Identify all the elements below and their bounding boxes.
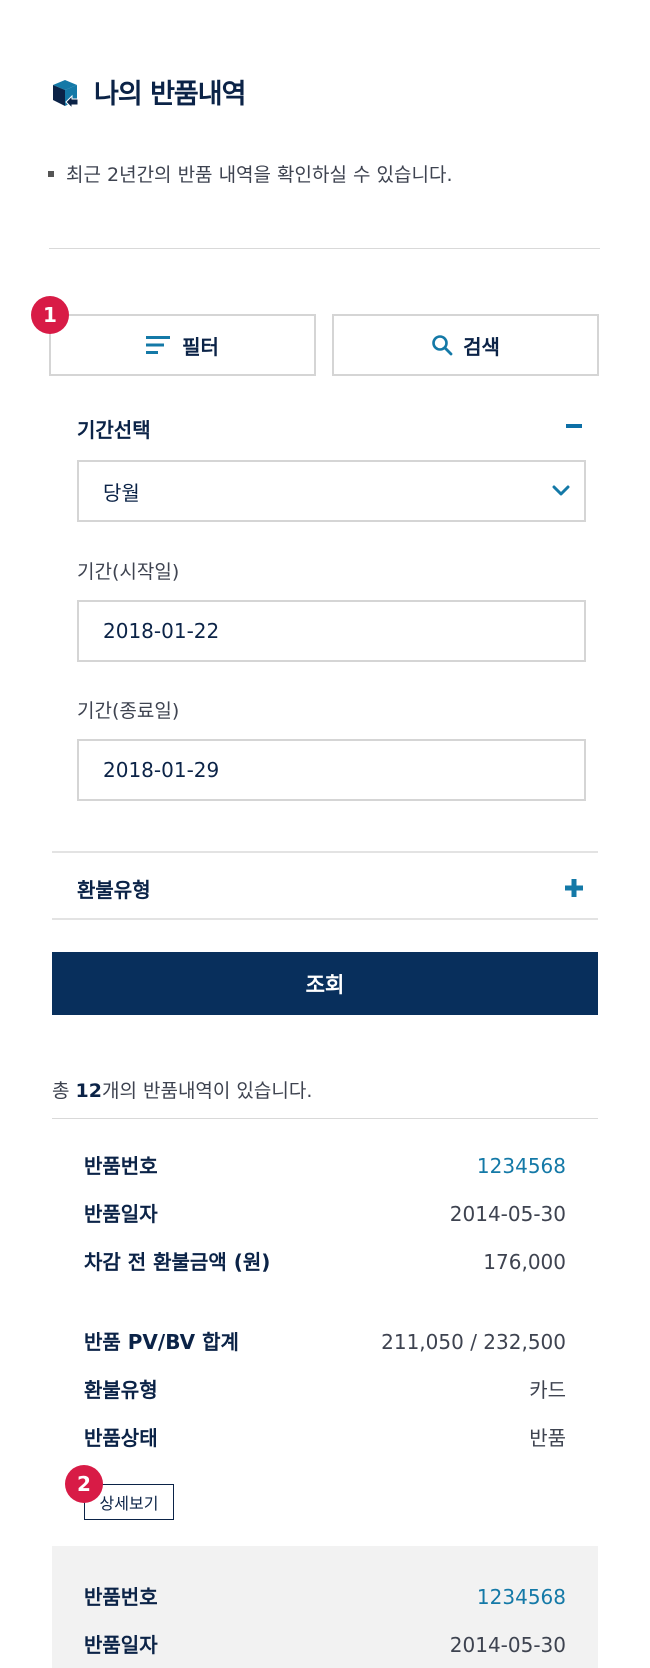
refund-type-label[interactable]: 환불유형 xyxy=(77,874,151,903)
return-date-label: 반품일자 xyxy=(84,1202,158,1226)
pvbv-row: 반품 PV/BV 합계 211,050 / 232,500 xyxy=(84,1327,566,1357)
query-button[interactable]: 조회 xyxy=(52,952,598,1015)
total-count: 12 xyxy=(75,1080,102,1102)
return-box-icon xyxy=(50,78,80,110)
filter-button[interactable]: 필터 xyxy=(49,314,316,376)
divider xyxy=(52,851,598,853)
divider xyxy=(52,918,598,920)
return-number-link[interactable]: 1234568 xyxy=(477,1151,566,1181)
period-select-value: 당월 xyxy=(103,480,140,505)
return-date-row: 반품일자 2014-05-30 xyxy=(84,1199,566,1229)
total-prefix: 총 xyxy=(52,1080,76,1102)
return-number-row: 반품번호 1234568 xyxy=(84,1582,566,1612)
return-number-row: 반품번호 1234568 xyxy=(84,1151,566,1181)
pvbv-label: 반품 PV/BV 합계 xyxy=(84,1330,239,1354)
pvbv-value: 211,050 / 232,500 xyxy=(381,1330,566,1354)
step-badge-2: 2 xyxy=(65,1465,103,1503)
refund-type-row: 환불유형 카드 xyxy=(84,1375,566,1405)
return-status-label: 반품상태 xyxy=(84,1426,158,1450)
refund-amount-label: 차감 전 환불금액 (원) xyxy=(84,1250,271,1274)
period-select-label: 기간선택 xyxy=(77,418,151,442)
notice-label: 최근 2년간의 반품 내역을 확인하실 수 있습니다. xyxy=(66,164,453,186)
total-count-text: 총 12개의 반품내역이 있습니다. xyxy=(52,1076,312,1103)
expand-plus-icon[interactable] xyxy=(563,877,585,899)
end-date-field[interactable]: 2018-01-29 xyxy=(77,739,586,801)
return-record-card: 반품번호 1234568 반품일자 2014-05-30 xyxy=(52,1546,598,1668)
filter-lines-icon xyxy=(146,336,171,354)
page-title: 나의 반품내역 xyxy=(94,79,246,110)
notice-text: 최근 2년간의 반품 내역을 확인하실 수 있습니다. xyxy=(48,160,453,187)
refund-type-value: 카드 xyxy=(529,1378,566,1402)
refund-amount-row: 차감 전 환불금액 (원) 176,000 xyxy=(84,1247,566,1277)
total-suffix: 개의 반품내역이 있습니다. xyxy=(101,1080,313,1102)
return-status-row: 반품상태 반품 xyxy=(84,1423,566,1453)
return-date-value: 2014-05-30 xyxy=(449,1202,566,1226)
refund-amount-value: 176,000 xyxy=(483,1250,566,1274)
refund-type-row-label: 환불유형 xyxy=(84,1378,158,1402)
start-date-label: 기간(시작일) xyxy=(77,561,180,583)
return-number-link[interactable]: 1234568 xyxy=(477,1582,566,1612)
return-date-value: 2014-05-30 xyxy=(449,1633,566,1657)
collapse-minus-icon[interactable] xyxy=(566,424,582,428)
end-date-label: 기간(종료일) xyxy=(77,700,180,722)
return-number-label: 반품번호 xyxy=(84,1585,158,1609)
step-badge-1: 1 xyxy=(31,296,69,334)
period-select[interactable]: 당월 xyxy=(77,460,586,522)
return-date-row: 반품일자 2014-05-30 xyxy=(84,1630,566,1660)
filter-button-label: 필터 xyxy=(182,334,219,359)
return-date-label: 반품일자 xyxy=(84,1633,158,1657)
bullet-icon xyxy=(48,170,54,177)
chevron-down-icon xyxy=(552,485,570,496)
return-number-label: 반품번호 xyxy=(84,1154,158,1178)
divider xyxy=(49,248,600,249)
start-date-field[interactable]: 2018-01-22 xyxy=(77,600,586,662)
return-status-value: 반품 xyxy=(529,1426,566,1450)
search-button-label: 검색 xyxy=(463,334,500,359)
start-date-value: 2018-01-22 xyxy=(103,619,220,643)
end-date-value: 2018-01-29 xyxy=(103,758,220,782)
search-icon xyxy=(432,335,453,356)
search-button[interactable]: 검색 xyxy=(332,314,599,376)
